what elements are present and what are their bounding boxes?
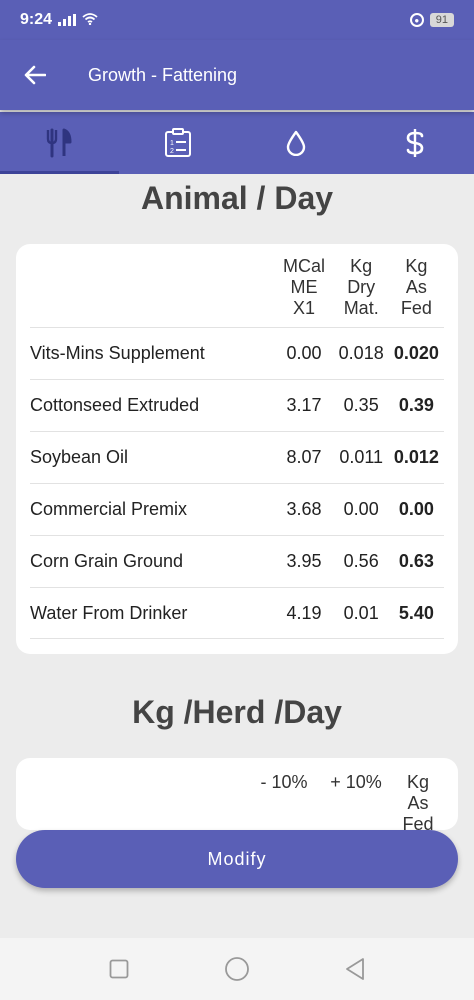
dry-mat-value: 0.011 [339, 447, 384, 467]
tab-water[interactable] [237, 112, 356, 174]
home-button[interactable] [222, 954, 252, 984]
table-row: Commercial Premix 3.68 0.00 0.00 [30, 483, 444, 535]
svg-text:2: 2 [170, 148, 174, 155]
herd-table-header: - 10% + 10% Kg As Fed [16, 758, 458, 830]
as-fed-value: 5.40 [398, 602, 434, 623]
col-header-plus-10: + 10% [330, 772, 382, 792]
ingredient-name: Water From Drinker [30, 602, 188, 623]
col-header-minus-10: - 10% [260, 772, 308, 792]
dollar-icon [406, 129, 424, 157]
as-fed-value: 0.020 [393, 343, 439, 363]
col-header-dry-mat: Kg Dry Mat. [343, 256, 379, 318]
svg-text:1: 1 [170, 140, 174, 147]
system-nav-bar [0, 938, 474, 1000]
mcal-value: 3.95 [286, 551, 322, 571]
dry-mat-value: 0.56 [343, 551, 379, 571]
triangle-back-icon [346, 958, 364, 980]
table-row: Water From Drinker 4.19 0.01 5.40 [30, 587, 444, 639]
dry-mat-value: 0.00 [343, 499, 379, 519]
mcal-value: 4.19 [286, 602, 322, 623]
as-fed-value: 0.63 [398, 551, 434, 571]
col-header-mcal: MCal ME X1 [283, 256, 326, 318]
table-row: Vits-Mins Supplement 0.00 0.018 0.020 [30, 327, 444, 379]
herd-day-card: - 10% + 10% Kg As Fed [16, 758, 458, 830]
ingredient-name: Cottonseed Extruded [30, 395, 200, 415]
section-title-herd-day: Kg /Herd /Day [132, 694, 342, 730]
as-fed-value: 0.39 [398, 395, 434, 415]
ingredient-name: Vits-Mins Supplement [30, 343, 205, 363]
ingredient-name: Corn Grain Ground [30, 551, 184, 571]
section-title-animal-day: Animal / Day [140, 180, 334, 216]
rotation-lock-icon: ● [409, 13, 424, 27]
status-bar: 9:24 ● 91 [0, 0, 474, 40]
circle-icon [225, 957, 249, 981]
animal-day-card: MCal ME X1 Kg Dry Mat. Kg As Fed Vits-Mi… [16, 244, 458, 654]
ingredient-name: Soybean Oil [30, 447, 129, 467]
table-header: MCal ME X1 Kg Dry Mat. Kg As Fed [16, 244, 458, 319]
mcal-value: 3.68 [286, 499, 322, 519]
mcal-value: 8.07 [286, 447, 322, 467]
app-bar: Growth - Fattening [0, 40, 474, 110]
table-row: Cottonseed Extruded 3.17 0.35 0.39 [30, 379, 444, 431]
dry-mat-value: 0.01 [343, 602, 379, 623]
modify-button[interactable]: Modify [16, 830, 458, 888]
fork-knife-icon [47, 128, 72, 158]
mcal-value: 0.00 [286, 343, 322, 363]
back-nav-button[interactable] [340, 954, 370, 984]
as-fed-value: 0.00 [398, 499, 434, 519]
tab-bar: 1 2 [0, 112, 474, 174]
status-time: 9:24 [20, 11, 53, 28]
back-button[interactable] [0, 40, 70, 110]
dry-mat-value: 0.018 [338, 343, 384, 363]
mcal-value: 3.17 [286, 395, 322, 415]
table-row: Corn Grain Ground 3.95 0.56 0.63 [30, 535, 444, 587]
battery-icon: 91 [429, 13, 454, 27]
square-icon [109, 959, 129, 979]
water-drop-icon [287, 130, 306, 156]
clipboard-list-icon: 1 2 [164, 128, 191, 157]
ingredient-name: Commercial Premix [30, 499, 188, 519]
wifi-icon [82, 12, 98, 28]
tab-cost[interactable] [356, 112, 474, 174]
col-header-herd-as-fed: Kg As Fed [402, 772, 434, 830]
col-header-as-fed: Kg As Fed [400, 256, 432, 318]
recents-button[interactable] [104, 954, 134, 984]
table-row: Soybean Oil 8.07 0.011 0.012 [30, 431, 444, 483]
tab-rations[interactable] [0, 112, 119, 174]
page-title: Growth - Fattening [88, 64, 238, 85]
tab-report[interactable]: 1 2 [119, 112, 238, 174]
signal-icon [58, 14, 77, 26]
as-fed-value: 0.012 [393, 447, 439, 467]
dry-mat-value: 0.35 [343, 395, 379, 415]
arrow-left-icon [24, 65, 46, 85]
